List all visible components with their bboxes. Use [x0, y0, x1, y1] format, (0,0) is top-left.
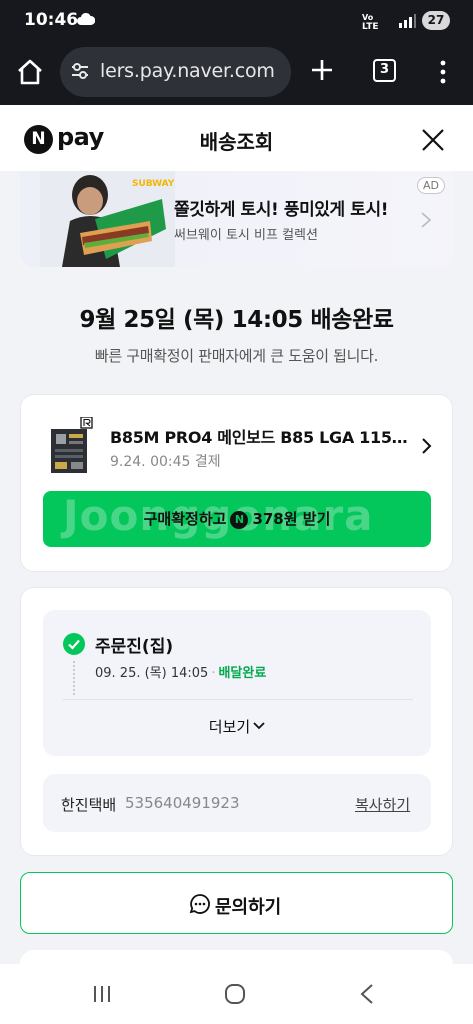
confirm-purchase-button[interactable]: Joonggonara 구매확정하고 N 378원 받기: [43, 491, 431, 547]
inquiry-label: 문의하기: [215, 897, 282, 918]
url-text: lers.pay.naver.com: [100, 60, 275, 82]
inquiry-button[interactable]: 문의하기: [20, 872, 453, 934]
confirm-purchase-label: 구매확정하고 N 378원 받기: [143, 510, 331, 529]
close-icon[interactable]: [420, 127, 446, 153]
tracking-time: 09. 25. (목) 14:05 · 배달완료: [95, 666, 267, 681]
ad-headline: 쫄깃하게 토시! 풍미있게 토시!: [174, 200, 389, 220]
tracking-status: 배달완료: [218, 666, 267, 681]
tracking-location: 주문진(집): [95, 637, 174, 657]
product-name[interactable]: B85M PRO4 메인보드 B85 LGA 1150 ...: [110, 424, 410, 448]
page-title: 배송조회: [199, 130, 274, 154]
more-menu-icon[interactable]: [434, 58, 452, 86]
product-thumbnail[interactable]: [47, 417, 99, 477]
ad-badge: AD: [417, 177, 445, 194]
check-circle-icon: [63, 633, 85, 655]
ad-subtext: 써브웨이 토시 비프 컬렉션: [174, 228, 318, 243]
delivery-status-subtext: 빠른 구매확정이 판매자에게 큰 도움이 됩니다.: [94, 347, 379, 365]
status-time: 10:46: [24, 10, 79, 30]
chat-bubble-icon: [189, 894, 210, 914]
show-more-button[interactable]: 더보기: [43, 716, 431, 737]
signal-icon: [399, 14, 416, 28]
tab-switcher-button[interactable]: 3: [373, 59, 396, 82]
home-icon[interactable]: [16, 58, 44, 86]
address-bar[interactable]: lers.pay.naver.com: [60, 47, 291, 97]
recent-apps-icon[interactable]: [92, 984, 112, 1004]
timeline-connector: [73, 661, 75, 695]
cloud-notification-icon: [77, 12, 95, 25]
battery-indicator: 27: [422, 11, 450, 30]
chevron-down-icon: [253, 722, 265, 730]
product-paid-date: 9.24. 00:45 결제: [110, 454, 221, 470]
page-header: N pay 배송조회: [0, 105, 473, 171]
tracking-timeline: 주문진(집) 09. 25. (목) 14:05 · 배달완료 더보기: [43, 610, 431, 756]
tracking-card: 주문진(집) 09. 25. (목) 14:05 · 배달완료 더보기 한진택배 5…: [20, 587, 453, 856]
naver-point-icon: N: [230, 511, 249, 529]
chevron-right-icon[interactable]: [421, 437, 432, 455]
ad-brand-logo: SUBWAY: [132, 179, 175, 189]
product-card: B85M PRO4 메인보드 B85 LGA 1150 ... 9.24. 00…: [20, 394, 453, 572]
home-button-icon[interactable]: [224, 983, 246, 1005]
new-tab-icon[interactable]: [309, 57, 335, 83]
courier-name: 한진택배: [61, 796, 117, 814]
system-nav-bar: [0, 964, 473, 1024]
network-indicator: Vo LTE: [362, 13, 379, 32]
ad-banner[interactable]: SUBWAY 쫄깃하게 토시! 풍미있게 토시! 써브웨이 토시 비프 컬렉션 …: [20, 171, 453, 267]
chevron-right-icon: [421, 212, 432, 228]
copy-button[interactable]: 복사하기: [355, 794, 410, 815]
browser-toolbar: lers.pay.naver.com 3: [0, 42, 473, 105]
status-bar: 10:46 Vo LTE 27: [0, 0, 473, 42]
delivery-status-title: 9월 25일 (목) 14:05 배송완료: [79, 307, 394, 333]
tracking-number: 535640491923: [125, 794, 240, 812]
ad-sandwich-image: SUBWAY: [40, 171, 175, 267]
divider: [63, 699, 413, 700]
courier-info: 한진택배 535640491923 복사하기: [43, 774, 431, 832]
back-icon[interactable]: [359, 983, 375, 1005]
site-settings-icon[interactable]: [69, 60, 91, 82]
